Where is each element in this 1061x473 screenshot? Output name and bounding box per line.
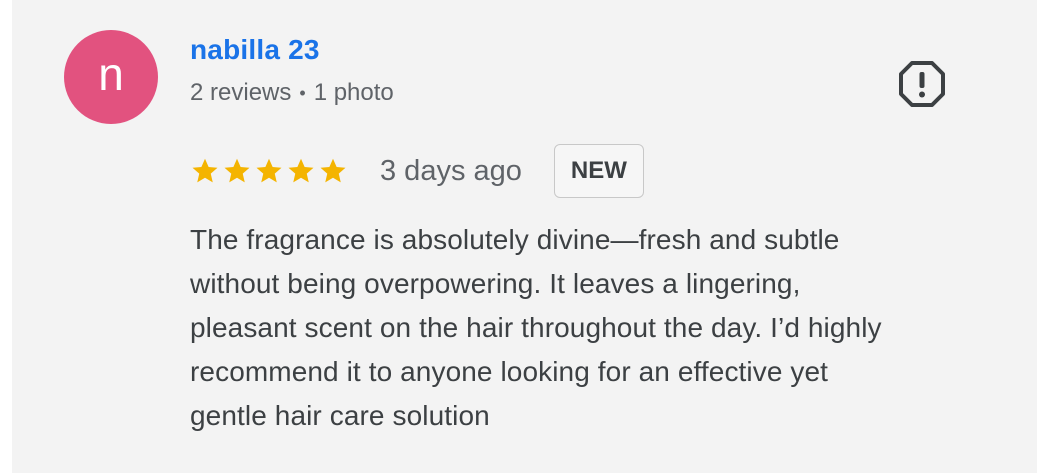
review-text-line: recommend it to anyone looking for an ef…	[190, 356, 829, 387]
new-badge: NEW	[553, 144, 644, 198]
photos-count: 1 photo	[313, 79, 394, 106]
report-button[interactable]	[897, 59, 947, 109]
reviews-count: 2 reviews	[190, 79, 292, 106]
review-text: The fragrance is absolutely divine—fresh…	[190, 218, 1010, 438]
review-text-line: The fragrance is absolutely divine—fresh…	[190, 224, 840, 255]
rating-row: 3 days ago NEW	[190, 143, 644, 199]
meta-separator: •	[299, 82, 306, 103]
star-icon	[320, 158, 346, 183]
avatar-letter: n	[98, 48, 124, 100]
review-date: 3 days ago	[380, 154, 522, 187]
star-rating	[190, 156, 350, 186]
review-card: n nabilla 23 2 reviews • 1 photo 3 days …	[12, 0, 1037, 473]
review-text-line: without being overpowering. It leaves a …	[190, 268, 801, 299]
star-icon	[288, 158, 314, 183]
review-text-line: gentle hair care solution	[190, 400, 490, 431]
star-icon	[224, 158, 250, 183]
author-name-link[interactable]: nabilla 23	[190, 34, 320, 66]
review-text-line: pleasant scent on the hair throughout th…	[190, 312, 882, 343]
avatar[interactable]: n	[64, 30, 158, 124]
author-meta: 2 reviews • 1 photo	[190, 79, 394, 107]
report-flag-icon	[899, 61, 945, 107]
star-icon	[192, 158, 218, 183]
star-icon	[256, 158, 282, 183]
